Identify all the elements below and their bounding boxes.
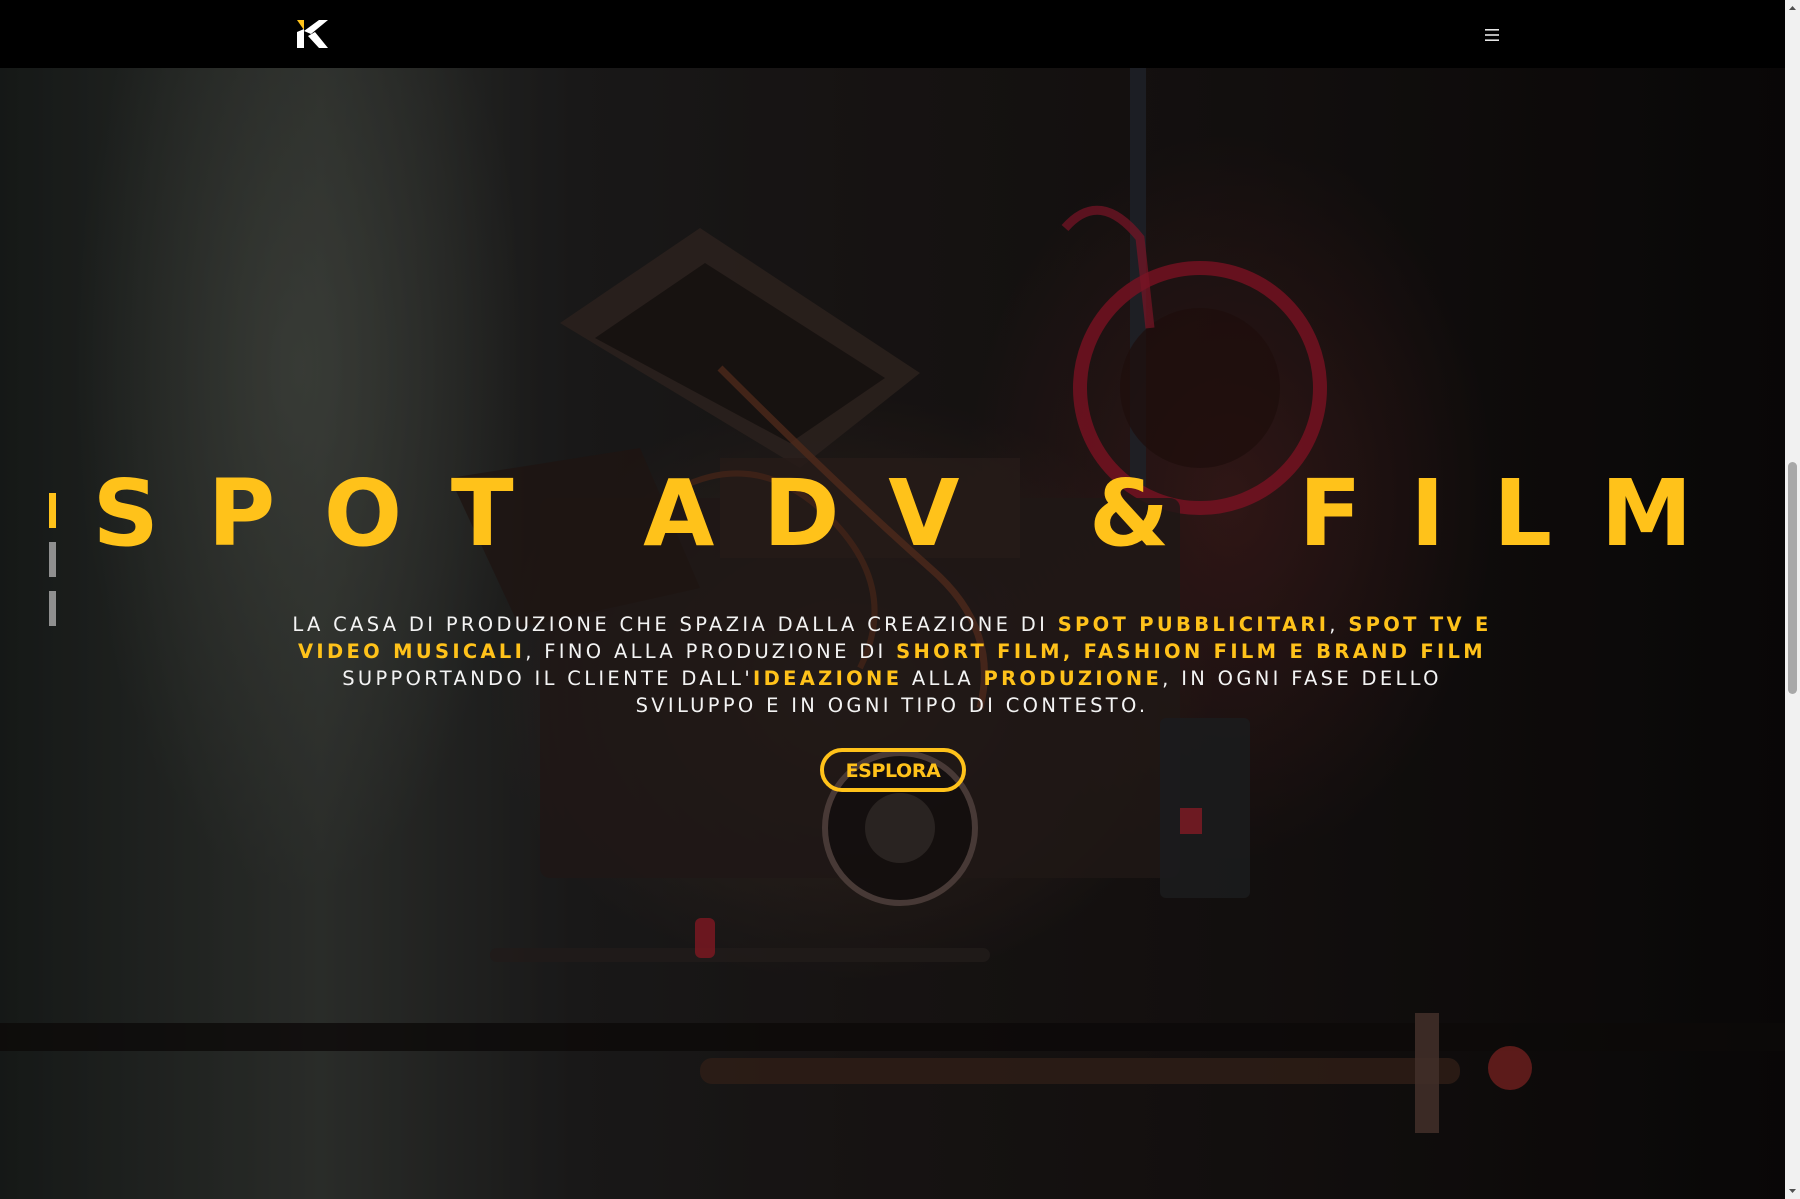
hero-description-text: , FINO ALLA PRODUZIONE DI: [525, 640, 897, 663]
scroll-up-arrow-icon[interactable]: [1785, 0, 1800, 17]
scrollbar-thumb[interactable]: [1788, 462, 1797, 694]
hero-description-text: SUPPORTANDO IL CLIENTE DALL': [342, 667, 754, 690]
hamburger-menu-icon: [1485, 29, 1499, 41]
menu-toggle-button[interactable]: [1475, 22, 1509, 48]
page: SPOT ADV & FILM LA CASA DI PRODUZIONE CH…: [0, 0, 1800, 1199]
hero-description-highlight: SPOT PUBBLICITARI: [1057, 613, 1330, 636]
hero-section: SPOT ADV & FILM LA CASA DI PRODUZIONE CH…: [0, 68, 1785, 1199]
scroll-down-arrow-icon[interactable]: [1785, 1182, 1800, 1199]
hero-description-highlight: PRODUZIONE: [983, 667, 1163, 690]
hero-title: SPOT ADV & FILM: [92, 460, 1742, 567]
hero-description-text: ,: [1329, 613, 1349, 636]
hero-description-highlight: IDEAZIONE: [753, 667, 903, 690]
hero-description: LA CASA DI PRODUZIONE CHE SPAZIA DALLA C…: [292, 611, 1492, 719]
slide-indicator-2[interactable]: [49, 542, 56, 577]
explore-button[interactable]: ESPLORA: [820, 748, 966, 792]
slide-indicator-3[interactable]: [49, 591, 56, 626]
logo[interactable]: [295, 18, 329, 50]
logo-k-icon: [297, 20, 328, 48]
slide-indicator-1[interactable]: [49, 493, 56, 528]
top-navbar: [0, 0, 1785, 68]
hero-description-text: LA CASA DI PRODUZIONE CHE SPAZIA DALLA C…: [292, 613, 1058, 636]
hero-description-highlight: SHORT FILM, FASHION FILM E BRAND FILM: [896, 640, 1487, 663]
slide-indicator: [49, 493, 57, 640]
hero-description-text: ALLA: [902, 667, 984, 690]
page-scrollbar[interactable]: [1785, 0, 1800, 1199]
